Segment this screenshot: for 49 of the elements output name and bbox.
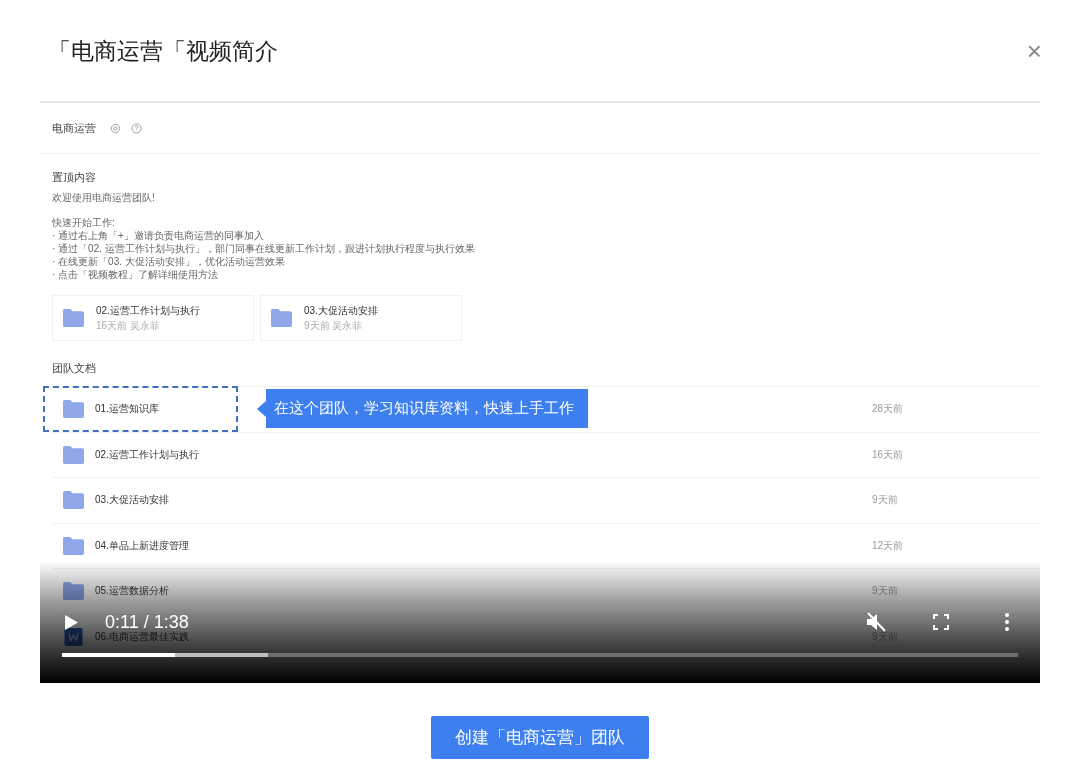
folder-icon [63, 491, 84, 510]
modified-time: 28天前 [872, 402, 904, 417]
folder-icon [63, 582, 84, 601]
fullscreen-icon[interactable] [933, 614, 949, 630]
more-icon[interactable] [1005, 613, 1009, 631]
welcome-text: 欢迎使用电商运营团队! [52, 191, 156, 204]
folder-icon [63, 536, 84, 555]
folder-icon [63, 400, 84, 419]
document-row[interactable]: 03.大促活动安排 9天前 [52, 478, 1040, 524]
document-row[interactable]: 02.运营工作计划与执行 16天前 [52, 432, 1040, 478]
play-icon[interactable] [65, 614, 78, 630]
modified-time: 16天前 [872, 447, 904, 462]
instruction-line: · 在线更新「03. 大促活动安排」，优化活动运营效果 [52, 255, 286, 268]
card-meta: 9天前 吴永菲 [304, 318, 364, 333]
document-icon [63, 627, 84, 646]
instruction-line: · 通过「02. 运营工作计划与执行」，部门同事在线更新工作计划，跟进计划执行程度与执行效果 [52, 242, 476, 255]
instruction-line: · 点击「视频教程」了解详细使用方法 [52, 268, 220, 281]
team-name: 电商运营 [52, 120, 96, 136]
document-name: 02.运营工作计划与执行 [95, 447, 199, 462]
section-heading: 置顶内容 [52, 170, 97, 185]
tooltip: 在这个团队，学习知识库资料，快速上手工作 [256, 389, 588, 428]
folder-icon [271, 309, 292, 327]
instruction-line: · 通过右上角「+」邀请负责电商运营的同事加入 [52, 229, 265, 242]
folder-icon [63, 309, 84, 327]
card-title: 03.大促活动安排 [304, 303, 378, 318]
card-title: 02.运营工作计划与执行 [96, 303, 200, 318]
folder-icon [63, 445, 84, 464]
section-heading: 团队文档 [51, 361, 97, 376]
mute-icon[interactable] [865, 611, 887, 633]
document-row[interactable]: 05.运营数据分析 9天前 [52, 569, 1040, 615]
card-meta: 16天前 吴永菲 [96, 318, 161, 333]
dialog-title: 「电商运营「视频简介 [48, 37, 278, 66]
create-team-button[interactable]: 创建「电商运营」团队 [431, 716, 649, 759]
modified-time: 9天前 [872, 584, 898, 599]
close-button[interactable]: × [1022, 38, 1046, 64]
document-name: 05.运营数据分析 [95, 584, 169, 599]
help-icon [131, 122, 142, 134]
pinned-card[interactable]: 02.运营工作计划与执行 16天前 吴永菲 [52, 295, 254, 341]
instruction-line: 快速开始工作: [52, 216, 116, 229]
document-name: 01.运营知识库 [95, 402, 159, 417]
modified-time: 9天前 [872, 493, 898, 508]
settings-icon [110, 122, 121, 134]
document-name: 03.大促活动安排 [95, 493, 169, 508]
progress-bar[interactable] [62, 653, 1018, 657]
document-row[interactable]: 01.运营知识库 在这个团队，学习知识库资料，快速上手工作 28天前 [52, 387, 1040, 433]
document-row[interactable]: 04.单品上新进度管理 12天前 [52, 523, 1040, 569]
document-name: 04.单品上新进度管理 [95, 538, 189, 553]
modified-time: 12天前 [872, 538, 904, 553]
pinned-card[interactable]: 03.大促活动安排 9天前 吴永菲 [260, 295, 462, 341]
